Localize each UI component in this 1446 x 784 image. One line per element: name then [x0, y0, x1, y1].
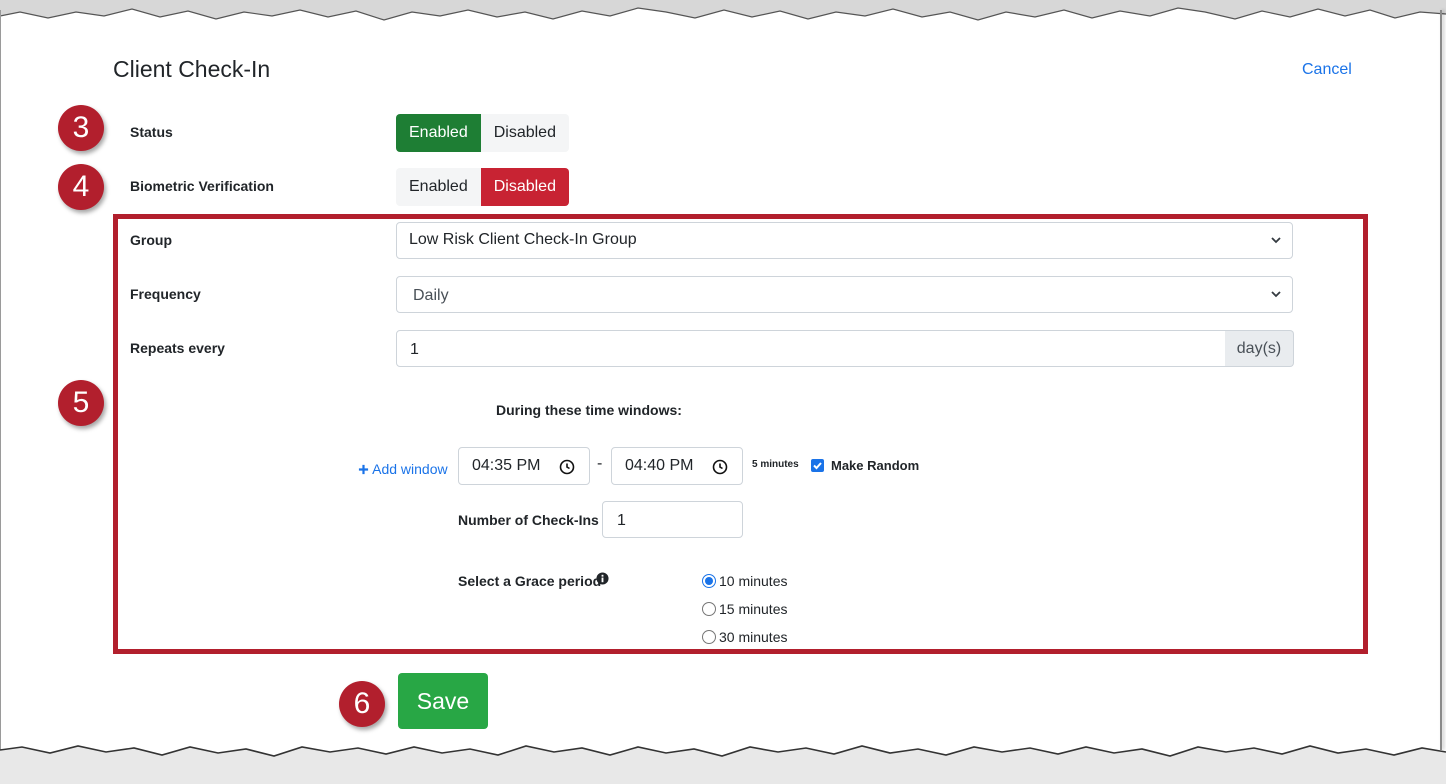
window-duration: 5 minutes [752, 459, 799, 470]
time-windows-heading: During these time windows: [496, 402, 682, 418]
grace-option-30-label: 30 minutes [719, 629, 788, 645]
plus-icon [358, 464, 369, 475]
check-icon [813, 462, 822, 470]
grace-label: Select a Grace period [458, 573, 602, 589]
make-random-label: Make Random [831, 458, 920, 473]
status-toggle: Enabled Disabled [396, 114, 569, 152]
chevron-down-icon [1271, 291, 1281, 298]
clock-icon [559, 459, 575, 475]
status-enabled-button[interactable]: Enabled [396, 114, 481, 152]
status-disabled-button[interactable]: Disabled [480, 114, 569, 152]
frequency-label: Frequency [130, 286, 201, 302]
add-window-label: Add window [372, 461, 448, 477]
checkins-label: Number of Check-Ins [458, 512, 599, 528]
group-select[interactable]: Low Risk Client Check-In Group [396, 222, 1293, 259]
checkins-input-value: 1 [617, 512, 626, 529]
save-button[interactable]: Save [398, 673, 488, 729]
grace-radio-10[interactable] [702, 574, 716, 588]
status-label: Status [130, 124, 173, 140]
callout-marker-6: 6 [339, 681, 385, 727]
start-time-input[interactable]: 04:35 PM [458, 447, 590, 485]
grace-option-15-label: 15 minutes [719, 601, 788, 617]
end-time-value: 04:40 PM [625, 457, 694, 474]
biometric-disabled-button[interactable]: Disabled [480, 168, 569, 206]
biometric-label: Biometric Verification [130, 178, 274, 194]
grace-radio-30[interactable] [702, 630, 716, 644]
group-label: Group [130, 232, 172, 248]
group-select-value: Low Risk Client Check-In Group [409, 231, 637, 248]
checkins-input[interactable]: 1 [602, 501, 743, 538]
repeats-input[interactable]: 1 [396, 330, 1226, 367]
repeats-label: Repeats every [130, 340, 225, 356]
biometric-toggle: Enabled Disabled [396, 168, 569, 206]
frame-right-edge [1440, 10, 1442, 750]
torn-edge-bottom [0, 745, 1446, 784]
frequency-select[interactable]: Daily [396, 276, 1293, 313]
callout-marker-3: 3 [58, 105, 104, 151]
repeats-unit-addon: day(s) [1225, 330, 1294, 367]
callout-marker-5: 5 [58, 380, 104, 426]
info-icon[interactable] [596, 572, 609, 585]
grace-radio-15[interactable] [702, 602, 716, 616]
frequency-select-value: Daily [413, 287, 449, 304]
torn-edge-top [0, 0, 1446, 21]
make-random-checkbox[interactable] [811, 459, 824, 472]
start-time-value: 04:35 PM [472, 457, 541, 474]
time-separator: - [597, 455, 603, 472]
clock-icon [712, 459, 728, 475]
grace-option-10-label: 10 minutes [719, 573, 788, 589]
end-time-input[interactable]: 04:40 PM [611, 447, 743, 485]
cancel-link[interactable]: Cancel [1302, 61, 1352, 79]
page-title: Client Check-In [113, 56, 271, 82]
biometric-enabled-button[interactable]: Enabled [396, 168, 481, 206]
chevron-down-icon [1271, 237, 1281, 244]
callout-marker-4: 4 [58, 164, 104, 210]
add-window-link[interactable]: Add window [358, 461, 448, 477]
repeats-input-value: 1 [410, 341, 419, 358]
frame-left-edge [0, 10, 1, 750]
